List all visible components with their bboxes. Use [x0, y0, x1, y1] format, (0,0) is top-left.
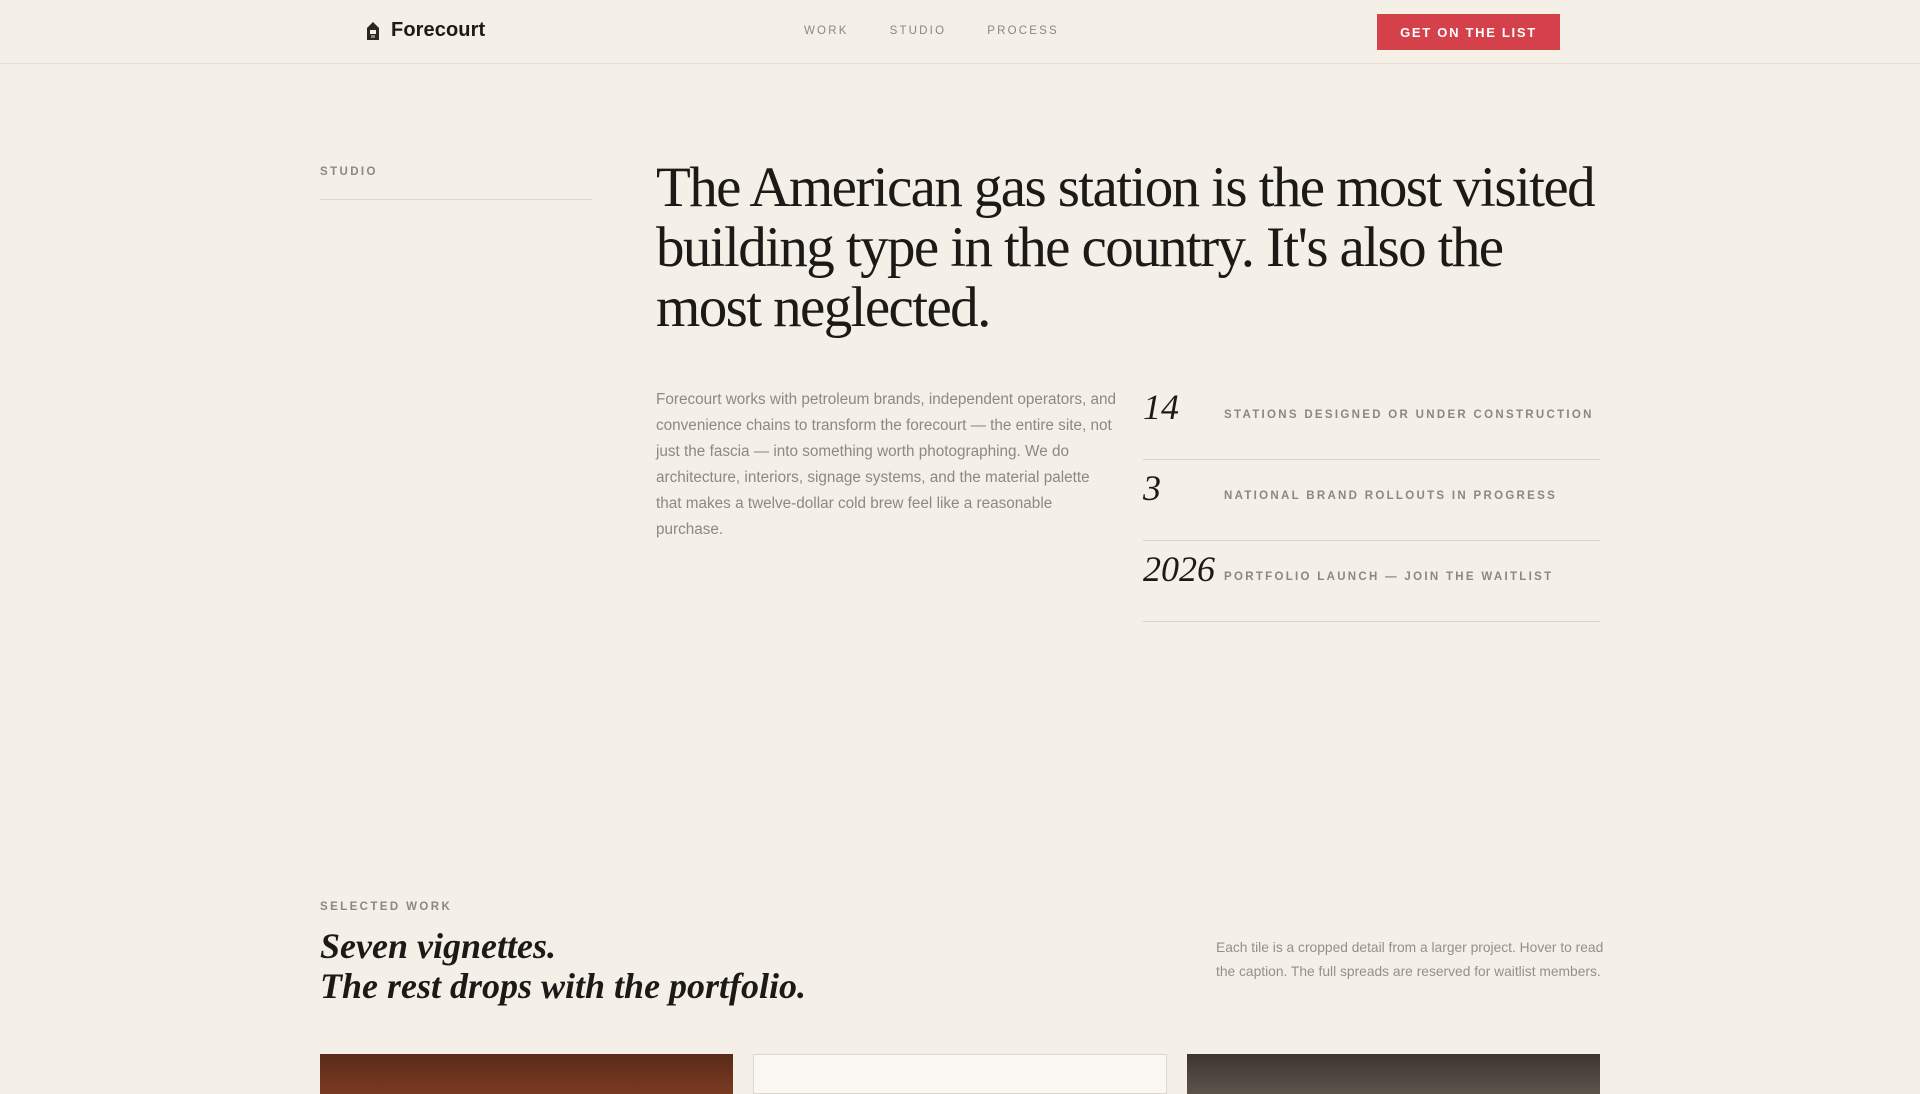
hero-headline: The American gas station is the most vis…	[656, 156, 1596, 339]
nav-link-process[interactable]: PROCESS	[987, 25, 1059, 37]
stats-list: 14 STATIONS DESIGNED OR UNDER CONSTRUCTI…	[1143, 379, 1600, 622]
studio-description: Forecourt works with petroleum brands, i…	[656, 391, 1117, 538]
title-line: Seven vignettes.	[320, 926, 556, 966]
top-navigation-bar: Forecourt WORK STUDIO PROCESS GET ON THE…	[0, 0, 1920, 64]
portfolio-tile[interactable]	[753, 1054, 1167, 1094]
stat-label: NATIONAL BRAND ROLLOUTS IN PROGRESS	[1224, 490, 1558, 502]
get-on-the-list-button[interactable]: GET ON THE LIST	[1377, 14, 1560, 50]
selected-work-title: Seven vignettes. The rest drops with the…	[320, 926, 806, 1006]
nav-link-work[interactable]: WORK	[804, 25, 849, 37]
portfolio-tile[interactable]	[320, 1054, 733, 1094]
stat-label: PORTFOLIO LAUNCH — JOIN THE WAITLIST	[1224, 571, 1554, 583]
brand-logo-link[interactable]: Forecourt	[366, 19, 485, 42]
main-nav: WORK STUDIO PROCESS	[804, 25, 1059, 37]
stat-number: 2026	[1143, 549, 1215, 589]
nav-link-studio[interactable]: STUDIO	[890, 25, 947, 37]
stat-row: 3 NATIONAL BRAND ROLLOUTS IN PROGRESS	[1143, 460, 1600, 541]
brand-name: Forecourt	[391, 19, 486, 41]
section-label-selected-work: SELECTED WORK	[320, 901, 453, 913]
stat-number: 14	[1143, 387, 1179, 427]
section-divider	[320, 199, 592, 200]
stat-number: 3	[1143, 468, 1161, 508]
selected-work-note: Each tile is a cropped detail from a lar…	[1216, 940, 1604, 979]
title-line: The rest drops with the portfolio.	[320, 966, 807, 1006]
portfolio-tile[interactable]	[1187, 1054, 1600, 1094]
section-label-studio: STUDIO	[320, 166, 378, 178]
stat-label: STATIONS DESIGNED OR UNDER CONSTRUCTION	[1224, 409, 1594, 421]
gas-pump-icon	[367, 21, 379, 40]
stat-row: 14 STATIONS DESIGNED OR UNDER CONSTRUCTI…	[1143, 379, 1600, 460]
stat-row-waitlist[interactable]: 2026 PORTFOLIO LAUNCH — JOIN THE WAITLIS…	[1143, 541, 1600, 622]
